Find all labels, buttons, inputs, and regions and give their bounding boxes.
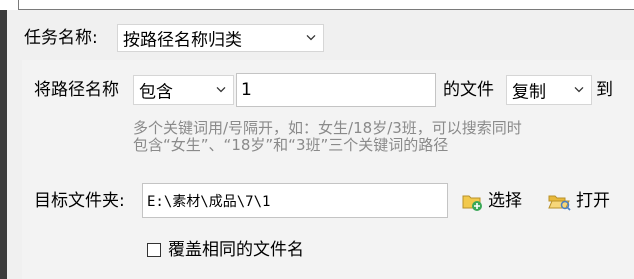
chevron-down-icon [306, 34, 316, 41]
chevron-down-icon [216, 86, 226, 93]
previous-field-border [18, 9, 634, 10]
target-folder-input-value: E:\素材\成品\7\1 [147, 193, 271, 210]
task-name-label: 任务名称: [24, 28, 98, 48]
open-folder-button[interactable]: 打开 [546, 190, 618, 214]
window-left-edge [0, 10, 7, 279]
action-select[interactable]: 复制 [506, 75, 592, 105]
rule-label: 将路径名称 [34, 80, 119, 100]
task-name-select[interactable]: 按路径名称归类 [117, 24, 324, 52]
action-select-value: 复制 [512, 82, 546, 103]
task-name-select-value: 按路径名称归类 [123, 30, 242, 51]
match-mode-select[interactable]: 包含 [133, 75, 234, 105]
select-folder-button[interactable]: 选择 [460, 190, 532, 214]
hint-line-2: 包含“女生”、“18岁”和“3班”三个关键词的路径 [133, 136, 449, 154]
previous-field-border-left [18, 0, 19, 10]
match-mode-select-value: 包含 [139, 82, 173, 103]
to-label: 到 [596, 80, 613, 100]
overwrite-label[interactable]: 覆盖相同的文件名 [168, 240, 304, 260]
hint-line-1: 多个关键词用/号隔开，如：女生/18岁/3班，可以搜索同时 [133, 119, 522, 137]
file-label: 的文件 [443, 80, 494, 100]
target-folder-input[interactable]: E:\素材\成品\7\1 [142, 183, 448, 218]
keyword-input-value: 1 [241, 80, 252, 100]
overwrite-checkbox[interactable] [147, 243, 161, 257]
folder-open-icon [548, 195, 571, 211]
keyword-input[interactable]: 1 [236, 73, 436, 107]
chevron-down-icon [574, 86, 584, 93]
select-folder-label: 选择 [488, 191, 522, 211]
folder-add-icon [462, 195, 482, 211]
target-folder-label: 目标文件夹: [34, 191, 125, 211]
open-folder-label: 打开 [576, 191, 610, 211]
